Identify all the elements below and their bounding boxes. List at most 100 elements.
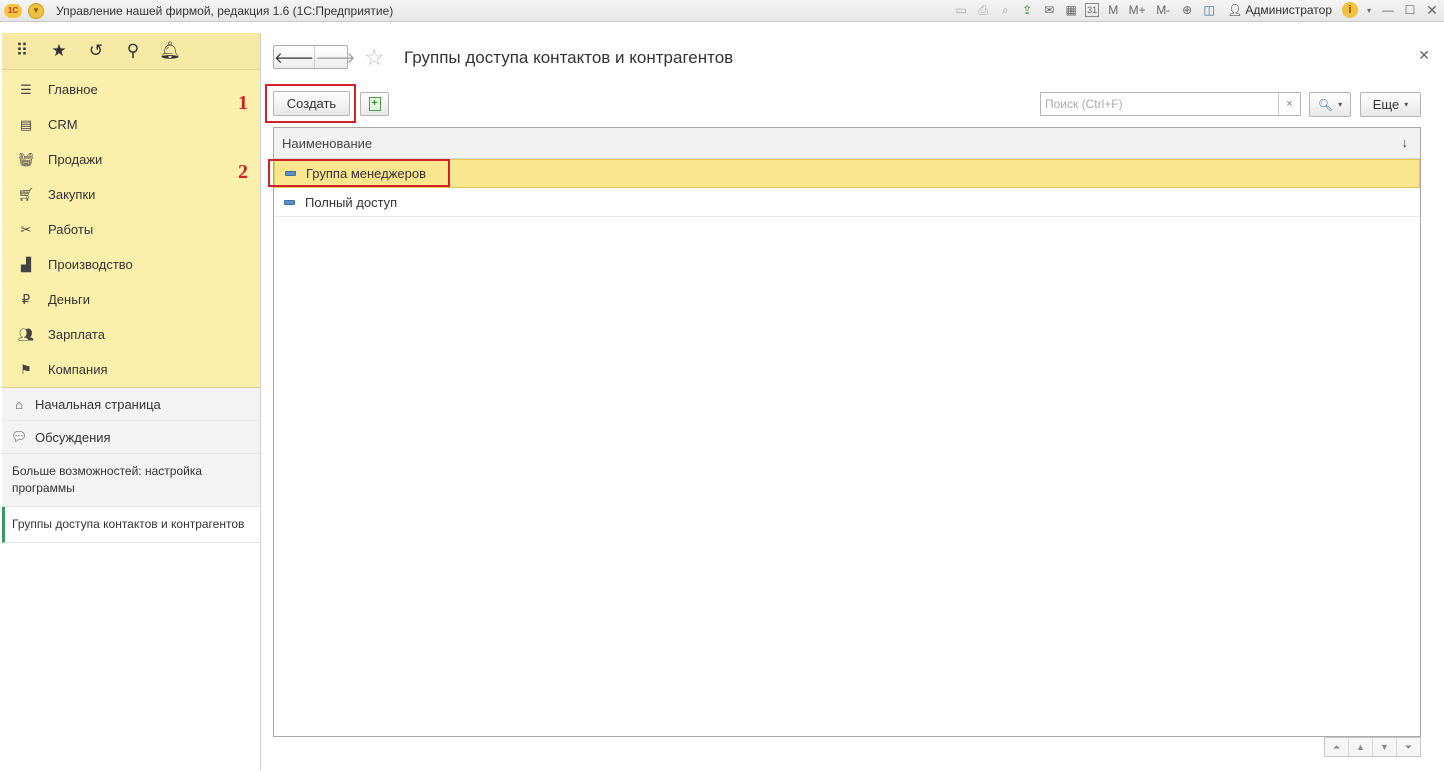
section-label: Деньги <box>48 292 90 307</box>
search-button[interactable]: 🔍︎ ▾ <box>1309 92 1351 117</box>
minimize-icon[interactable]: — <box>1380 2 1396 18</box>
people-icon: 👥︎ <box>17 326 35 342</box>
form-area: 🡐 🡒 ☆ Группы доступа контактов и контраг… <box>238 33 1442 770</box>
ruble-icon: ₽ <box>21 291 31 307</box>
m-plus-icon[interactable]: M+ <box>1127 2 1147 18</box>
close-form-icon[interactable]: ✕ <box>1418 47 1430 64</box>
save-icon[interactable]: ▭ <box>953 2 969 18</box>
apps-grid-icon[interactable]: ⠿ <box>12 41 32 61</box>
history-nav: 🡐 🡒 <box>273 45 355 69</box>
section-label: CRM <box>48 117 78 132</box>
maximize-icon[interactable]: ☐ <box>1402 2 1418 18</box>
close-icon[interactable]: ✕ <box>1424 2 1440 18</box>
forward-arrow-icon[interactable]: 🡒 <box>314 46 355 68</box>
info-dropdown-icon[interactable]: ▾ <box>1364 2 1374 18</box>
chevron-down-icon: ▾ <box>1338 100 1343 109</box>
menu-icon: ☰ <box>20 81 32 97</box>
scroll-up-icon[interactable]: ▲ <box>1348 738 1372 756</box>
row-name: Полный доступ <box>305 194 398 210</box>
titlebar-toolbar: ▭ ⎙ ⌕ ⇪ ✉ ▦ 31 M M+ M- ⊕ ◫ 👤︎ Администра… <box>953 2 1440 18</box>
upload-icon[interactable]: ⇪ <box>1019 2 1035 18</box>
item-icon <box>284 199 295 205</box>
m-icon[interactable]: M <box>1105 2 1121 18</box>
search-field: × <box>1040 92 1301 116</box>
open-window-access-groups[interactable]: Группы доступа контактов и контрагентов <box>2 507 260 543</box>
print-icon[interactable]: ⎙ <box>975 2 991 18</box>
main-menu-dropdown-icon[interactable]: ▾ <box>28 2 44 19</box>
create-button[interactable]: Создать <box>273 91 350 116</box>
annotation-number-1: 1 <box>238 92 248 114</box>
access-groups-table: Наименование ↓ Группа менеджеров Полный … <box>273 127 1421 737</box>
panels-icon[interactable]: ◫ <box>1201 2 1217 18</box>
crm-card-icon: ▤ <box>19 116 33 132</box>
nav-home-label: Начальная страница <box>35 396 161 412</box>
sidebar: ⠿ ★ ↺ ⚲ 🔔︎ ☰ Главное ▤ CRM 🧺︎ Продажи 🛒︎… <box>2 33 261 770</box>
section-money[interactable]: ₽ Деньги <box>2 282 260 317</box>
chevron-down-icon: ▾ <box>1404 100 1409 109</box>
purchases-cart-icon: 🛒︎ <box>17 186 35 202</box>
notifications-bell-icon[interactable]: 🔔︎ <box>159 41 181 61</box>
user-icon: 👤︎ <box>1227 3 1243 17</box>
magnifier-icon: 🔍︎ <box>1317 97 1334 112</box>
sales-basket-icon: 🧺︎ <box>17 151 35 167</box>
window-titlebar: 1C ▾ Управление нашей фирмой, редакция 1… <box>0 0 1444 22</box>
nav-discussions-label: Обсуждения <box>35 429 111 445</box>
section-label: Работы <box>48 222 94 237</box>
column-header-name[interactable]: Наименование ↓ <box>274 128 1420 159</box>
preview-icon[interactable]: ⌕ <box>997 2 1013 18</box>
1c-logo-icon: 1C <box>4 3 22 18</box>
section-label: Главное <box>48 82 98 97</box>
sidebar-toolbar: ⠿ ★ ↺ ⚲ 🔔︎ <box>2 33 260 70</box>
copy-button[interactable]: + <box>360 92 389 116</box>
more-label: Еще <box>1372 97 1400 112</box>
nav-discussions[interactable]: 💬︎ Обсуждения <box>2 421 260 454</box>
section-works[interactable]: ✂ Работы <box>2 212 260 247</box>
favorites-star-icon[interactable]: ★ <box>49 41 69 61</box>
section-production[interactable]: ▟ Производство <box>2 247 260 282</box>
home-icon: ⌂ <box>15 396 23 412</box>
section-label: Продажи <box>48 152 103 167</box>
back-arrow-icon[interactable]: 🡐 <box>274 46 314 68</box>
nav-home-page[interactable]: ⌂ Начальная страница <box>2 388 260 421</box>
open-window-settings[interactable]: Больше возможностей: настройка программы <box>2 454 260 507</box>
current-user[interactable]: 👤︎ Администратор <box>1227 3 1332 17</box>
section-main[interactable]: ☰ Главное <box>2 72 260 107</box>
chat-icon: 💬︎ <box>10 429 28 444</box>
scroll-down-icon[interactable]: ▼ <box>1372 738 1396 756</box>
factory-icon: ▟ <box>21 256 31 272</box>
page-title: Группы доступа контактов и контрагентов <box>404 48 734 67</box>
calendar-icon[interactable]: 31 <box>1085 3 1100 17</box>
zoom-icon[interactable]: ⊕ <box>1179 2 1195 18</box>
history-icon[interactable]: ↺ <box>86 41 106 61</box>
table-pager: ⏶ ▲ ▼ ⏷ <box>1324 737 1421 757</box>
tools-icon: ✂ <box>20 221 32 237</box>
section-crm[interactable]: ▤ CRM <box>2 107 260 142</box>
copy-icon: + <box>368 97 381 111</box>
calculator-icon[interactable]: ▦ <box>1063 2 1079 18</box>
column-header-label: Наименование <box>282 135 373 151</box>
scroll-bottom-icon[interactable]: ⏷ <box>1396 738 1420 756</box>
info-icon[interactable]: i <box>1342 2 1358 18</box>
app-title: Управление нашей фирмой, редакция 1.6 (1… <box>56 3 394 18</box>
sections-panel: ☰ Главное ▤ CRM 🧺︎ Продажи 🛒︎ Закупки ✂ … <box>2 70 260 388</box>
section-salary[interactable]: 👥︎ Зарплата <box>2 317 260 352</box>
search-input[interactable] <box>1041 93 1278 115</box>
annotation-number-2: 2 <box>238 161 248 183</box>
search-icon[interactable]: ⚲ <box>123 41 143 61</box>
user-name: Администратор <box>1245 3 1332 17</box>
table-row[interactable]: Полный доступ <box>274 188 1420 217</box>
section-label: Компания <box>48 362 108 377</box>
section-sales[interactable]: 🧺︎ Продажи <box>2 142 260 177</box>
scroll-top-icon[interactable]: ⏶ <box>1325 738 1348 756</box>
section-purchases[interactable]: 🛒︎ Закупки <box>2 177 260 212</box>
section-company[interactable]: ⚑ Компания <box>2 352 260 387</box>
flag-icon: ⚑ <box>20 361 32 377</box>
section-label: Производство <box>48 257 133 272</box>
section-label: Зарплата <box>48 327 105 342</box>
favorite-star-icon[interactable]: ☆ <box>364 45 385 69</box>
m-minus-icon[interactable]: M- <box>1153 2 1173 18</box>
clear-search-icon[interactable]: × <box>1278 93 1300 115</box>
more-button[interactable]: Еще ▾ <box>1360 92 1421 117</box>
mail-icon[interactable]: ✉ <box>1041 2 1057 18</box>
annotation-highlight-row <box>268 159 450 187</box>
